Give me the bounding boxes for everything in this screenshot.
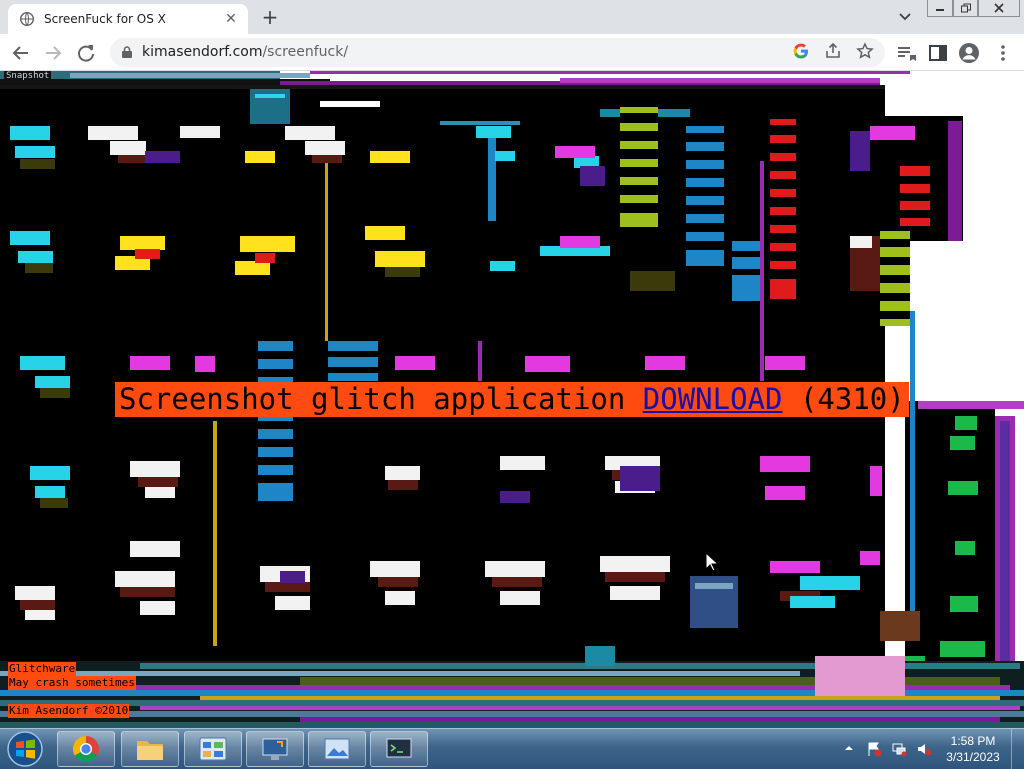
action-center-flag-icon[interactable] <box>866 741 882 757</box>
clock-date: 3/31/2023 <box>946 750 1000 764</box>
reload-icon[interactable] <box>75 42 97 64</box>
ladder-column <box>620 107 658 227</box>
file-explorer-taskbar-item[interactable] <box>121 731 179 767</box>
browser-toolbar: kimasendorf.com/screenfuck/ <box>0 34 1024 71</box>
clock-time: 1:58 PM <box>950 734 996 748</box>
chrome-taskbar-item[interactable] <box>57 731 115 767</box>
ladder-column <box>258 341 293 501</box>
download-link[interactable]: DOWNLOAD <box>643 382 783 416</box>
ladder-column <box>686 126 724 266</box>
back-arrow-icon[interactable] <box>10 42 32 64</box>
copyright-label: Kim Asendorf ©2010 <box>8 704 130 718</box>
remote-desktop-taskbar-item[interactable] <box>246 731 304 767</box>
close-tab-icon[interactable]: ✕ <box>222 10 240 28</box>
side-panel-icon[interactable] <box>927 42 949 64</box>
tab-strip: ScreenFuck for OS X ✕ + <box>0 0 1024 34</box>
file-explorer-icon <box>137 741 163 760</box>
network-icon[interactable] <box>891 741 907 757</box>
profile-avatar-icon[interactable] <box>958 42 980 64</box>
snapshot-label: Snapshot <box>4 71 52 81</box>
browser-tab[interactable]: ScreenFuck for OS X ✕ <box>8 4 248 34</box>
tab-title: ScreenFuck for OS X <box>44 12 166 26</box>
ladder-column <box>770 119 796 299</box>
lock-icon[interactable] <box>120 45 134 59</box>
reading-list-icon[interactable] <box>895 42 917 64</box>
ladder-column <box>900 166 930 226</box>
address-bar[interactable]: kimasendorf.com/screenfuck/ <box>110 38 885 67</box>
system-clock[interactable]: 1:58 PM 3/31/2023 <box>940 733 1006 765</box>
globe-icon <box>20 12 34 26</box>
volume-muted-icon[interactable] <box>916 741 932 757</box>
headline-banner: Screenshot glitch application DOWNLOAD (… <box>115 382 909 417</box>
windows-taskbar: 1:58 PM 3/31/2023 <box>0 728 1024 769</box>
kebab-menu-icon[interactable] <box>992 42 1014 64</box>
page-content: Snapshot Screenshot glitch application D… <box>0 71 1024 728</box>
chevron-up-icon[interactable] <box>843 742 855 754</box>
restore-button[interactable] <box>953 0 978 17</box>
headline-text: Screenshot glitch application <box>119 382 643 416</box>
control-panel-taskbar-item[interactable] <box>184 731 242 767</box>
terminal-taskbar-item[interactable] <box>370 731 428 767</box>
terminal-icon <box>386 738 412 758</box>
control-panel-icon <box>199 737 227 761</box>
windows-start-icon[interactable] <box>3 730 47 768</box>
star-icon[interactable] <box>856 42 874 60</box>
ladder-column <box>880 231 910 326</box>
minimize-button[interactable] <box>927 0 953 17</box>
crash-warning-label: May crash sometimes <box>8 676 136 690</box>
close-window-button[interactable] <box>978 0 1020 17</box>
mouse-cursor-icon <box>705 552 719 572</box>
new-tab-button[interactable]: + <box>258 6 282 30</box>
photo-viewer-taskbar-item[interactable] <box>308 731 366 767</box>
share-icon[interactable] <box>824 42 842 60</box>
glitchware-label: Glitchware <box>8 662 77 676</box>
remote-desktop-icon <box>262 738 288 760</box>
download-count: (4310) <box>782 382 905 416</box>
chrome-icon <box>72 735 99 763</box>
url-text: kimasendorf.com/screenfuck/ <box>142 44 349 60</box>
google-icon[interactable] <box>792 42 810 60</box>
photo-viewer-icon <box>324 738 350 760</box>
chevron-down-icon[interactable] <box>895 8 915 26</box>
forward-arrow-icon[interactable] <box>42 42 64 64</box>
show-desktop-button[interactable] <box>1011 729 1024 769</box>
